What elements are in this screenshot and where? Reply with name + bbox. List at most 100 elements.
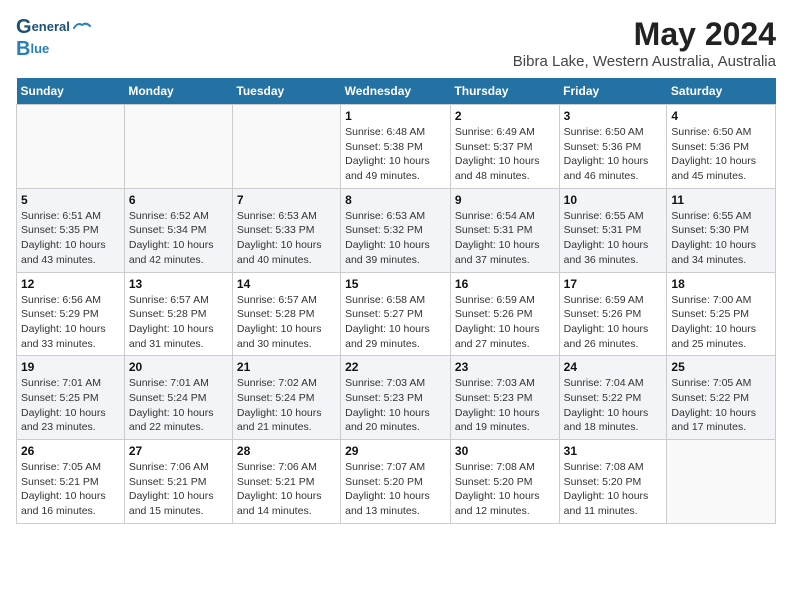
day-number: 1 [345,109,446,123]
day-info: Sunrise: 6:57 AM Sunset: 5:28 PM Dayligh… [237,293,336,352]
calendar-week-5: 26Sunrise: 7:05 AM Sunset: 5:21 PM Dayli… [17,440,776,524]
day-number: 17 [564,277,663,291]
day-info: Sunrise: 6:54 AM Sunset: 5:31 PM Dayligh… [455,209,555,268]
col-header-thursday: Thursday [450,78,559,105]
logo-bird-icon [72,20,92,34]
calendar-cell: 15Sunrise: 6:58 AM Sunset: 5:27 PM Dayli… [341,272,451,356]
calendar-cell: 1 Sunrise: 6:48 AM Sunset: 5:38 PM Daylig… [341,105,451,189]
day-info: Sunrise: 6:57 AM Sunset: 5:28 PM Dayligh… [129,293,228,352]
day-number: 3 [564,109,663,123]
calendar-header-row: SundayMondayTuesdayWednesdayThursdayFrid… [17,78,776,105]
logo-general-rest: eneral [32,20,70,34]
calendar-week-3: 12 Sunrise: 6:56 AM Sunset: 5:29 PM Dayli… [17,272,776,356]
calendar-table: SundayMondayTuesdayWednesdayThursdayFrid… [16,78,776,524]
calendar-cell: 18 Sunrise: 7:00 AM Sunset: 5:25 PM Dayli… [667,272,776,356]
calendar-cell: 28 Sunrise: 7:06 AM Sunset: 5:21 PM Dayli… [232,440,340,524]
calendar-cell: 6 Sunrise: 6:52 AM Sunset: 5:34 PM Daylig… [124,188,232,272]
logo: G eneral B lue [16,16,92,60]
day-number: 7 [237,193,336,207]
day-info: Sunrise: 7:02 AM Sunset: 5:24 PM Dayligh… [237,376,336,435]
day-number: 31 [564,444,663,458]
col-header-saturday: Saturday [667,78,776,105]
day-number: 9 [455,193,555,207]
calendar-cell: 20 Sunrise: 7:01 AM Sunset: 5:24 PM Dayli… [124,356,232,440]
page-header: G eneral B lue May 2024 Bibra Lake, West… [16,16,776,70]
calendar-cell [124,105,232,189]
day-info: Sunrise: 7:01 AM Sunset: 5:24 PM Dayligh… [129,376,228,435]
day-number: 25 [671,360,771,374]
day-number: 28 [237,444,336,458]
calendar-cell: 29Sunrise: 7:07 AM Sunset: 5:20 PM Dayli… [341,440,451,524]
day-info: Sunrise: 7:05 AM Sunset: 5:21 PM Dayligh… [21,460,120,519]
page-subtitle: Bibra Lake, Western Australia, Australia [513,53,776,70]
day-number: 10 [564,193,663,207]
day-number: 20 [129,360,228,374]
calendar-cell: 4 Sunrise: 6:50 AM Sunset: 5:36 PM Daylig… [667,105,776,189]
logo-general-g: G [16,16,32,38]
calendar-cell: 19Sunrise: 7:01 AM Sunset: 5:25 PM Dayli… [17,356,125,440]
col-header-friday: Friday [559,78,667,105]
day-info: Sunrise: 7:03 AM Sunset: 5:23 PM Dayligh… [345,376,446,435]
calendar-cell: 7Sunrise: 6:53 AM Sunset: 5:33 PM Daylig… [232,188,340,272]
calendar-cell: 14 Sunrise: 6:57 AM Sunset: 5:28 PM Dayli… [232,272,340,356]
day-info: Sunrise: 6:59 AM Sunset: 5:26 PM Dayligh… [564,293,663,352]
day-info: Sunrise: 6:55 AM Sunset: 5:31 PM Dayligh… [564,209,663,268]
day-number: 24 [564,360,663,374]
calendar-cell: 5Sunrise: 6:51 AM Sunset: 5:35 PM Daylig… [17,188,125,272]
day-number: 30 [455,444,555,458]
day-number: 23 [455,360,555,374]
day-number: 11 [671,193,771,207]
page-title: May 2024 [513,16,776,53]
calendar-cell [667,440,776,524]
day-number: 29 [345,444,446,458]
calendar-cell: 11 Sunrise: 6:55 AM Sunset: 5:30 PM Dayli… [667,188,776,272]
calendar-cell: 13Sunrise: 6:57 AM Sunset: 5:28 PM Dayli… [124,272,232,356]
day-number: 22 [345,360,446,374]
day-info: Sunrise: 7:04 AM Sunset: 5:22 PM Dayligh… [564,376,663,435]
day-number: 14 [237,277,336,291]
day-number: 6 [129,193,228,207]
calendar-cell: 3 Sunrise: 6:50 AM Sunset: 5:36 PM Daylig… [559,105,667,189]
day-info: Sunrise: 6:50 AM Sunset: 5:36 PM Dayligh… [564,125,663,184]
day-info: Sunrise: 6:58 AM Sunset: 5:27 PM Dayligh… [345,293,446,352]
calendar-week-4: 19Sunrise: 7:01 AM Sunset: 5:25 PM Dayli… [17,356,776,440]
calendar-cell: 16Sunrise: 6:59 AM Sunset: 5:26 PM Dayli… [450,272,559,356]
day-info: Sunrise: 7:06 AM Sunset: 5:21 PM Dayligh… [237,460,336,519]
day-info: Sunrise: 7:01 AM Sunset: 5:25 PM Dayligh… [21,376,120,435]
calendar-cell [232,105,340,189]
day-info: Sunrise: 6:50 AM Sunset: 5:36 PM Dayligh… [671,125,771,184]
day-info: Sunrise: 6:53 AM Sunset: 5:32 PM Dayligh… [345,209,446,268]
logo-blue-b: B [16,38,30,60]
calendar-cell: 25 Sunrise: 7:05 AM Sunset: 5:22 PM Dayli… [667,356,776,440]
calendar-cell: 27Sunrise: 7:06 AM Sunset: 5:21 PM Dayli… [124,440,232,524]
day-info: Sunrise: 6:48 AM Sunset: 5:38 PM Dayligh… [345,125,446,184]
day-number: 5 [21,193,120,207]
day-number: 2 [455,109,555,123]
calendar-week-1: 1 Sunrise: 6:48 AM Sunset: 5:38 PM Daylig… [17,105,776,189]
col-header-tuesday: Tuesday [232,78,340,105]
day-number: 12 [21,277,120,291]
calendar-cell: 26Sunrise: 7:05 AM Sunset: 5:21 PM Dayli… [17,440,125,524]
calendar-cell: 10 Sunrise: 6:55 AM Sunset: 5:31 PM Dayli… [559,188,667,272]
day-info: Sunrise: 6:55 AM Sunset: 5:30 PM Dayligh… [671,209,771,268]
col-header-monday: Monday [124,78,232,105]
day-number: 4 [671,109,771,123]
calendar-cell: 2Sunrise: 6:49 AM Sunset: 5:37 PM Daylig… [450,105,559,189]
day-number: 18 [671,277,771,291]
calendar-week-2: 5Sunrise: 6:51 AM Sunset: 5:35 PM Daylig… [17,188,776,272]
day-info: Sunrise: 7:00 AM Sunset: 5:25 PM Dayligh… [671,293,771,352]
day-info: Sunrise: 7:08 AM Sunset: 5:20 PM Dayligh… [564,460,663,519]
calendar-cell: 31 Sunrise: 7:08 AM Sunset: 5:20 PM Dayli… [559,440,667,524]
day-number: 8 [345,193,446,207]
col-header-sunday: Sunday [17,78,125,105]
calendar-cell: 21Sunrise: 7:02 AM Sunset: 5:24 PM Dayli… [232,356,340,440]
col-header-wednesday: Wednesday [341,78,451,105]
day-info: Sunrise: 6:52 AM Sunset: 5:34 PM Dayligh… [129,209,228,268]
day-info: Sunrise: 7:08 AM Sunset: 5:20 PM Dayligh… [455,460,555,519]
calendar-cell: 17 Sunrise: 6:59 AM Sunset: 5:26 PM Dayli… [559,272,667,356]
day-info: Sunrise: 6:56 AM Sunset: 5:29 PM Dayligh… [21,293,120,352]
logo-blue-rest: lue [30,42,49,56]
day-info: Sunrise: 6:59 AM Sunset: 5:26 PM Dayligh… [455,293,555,352]
calendar-cell [17,105,125,189]
day-info: Sunrise: 7:05 AM Sunset: 5:22 PM Dayligh… [671,376,771,435]
